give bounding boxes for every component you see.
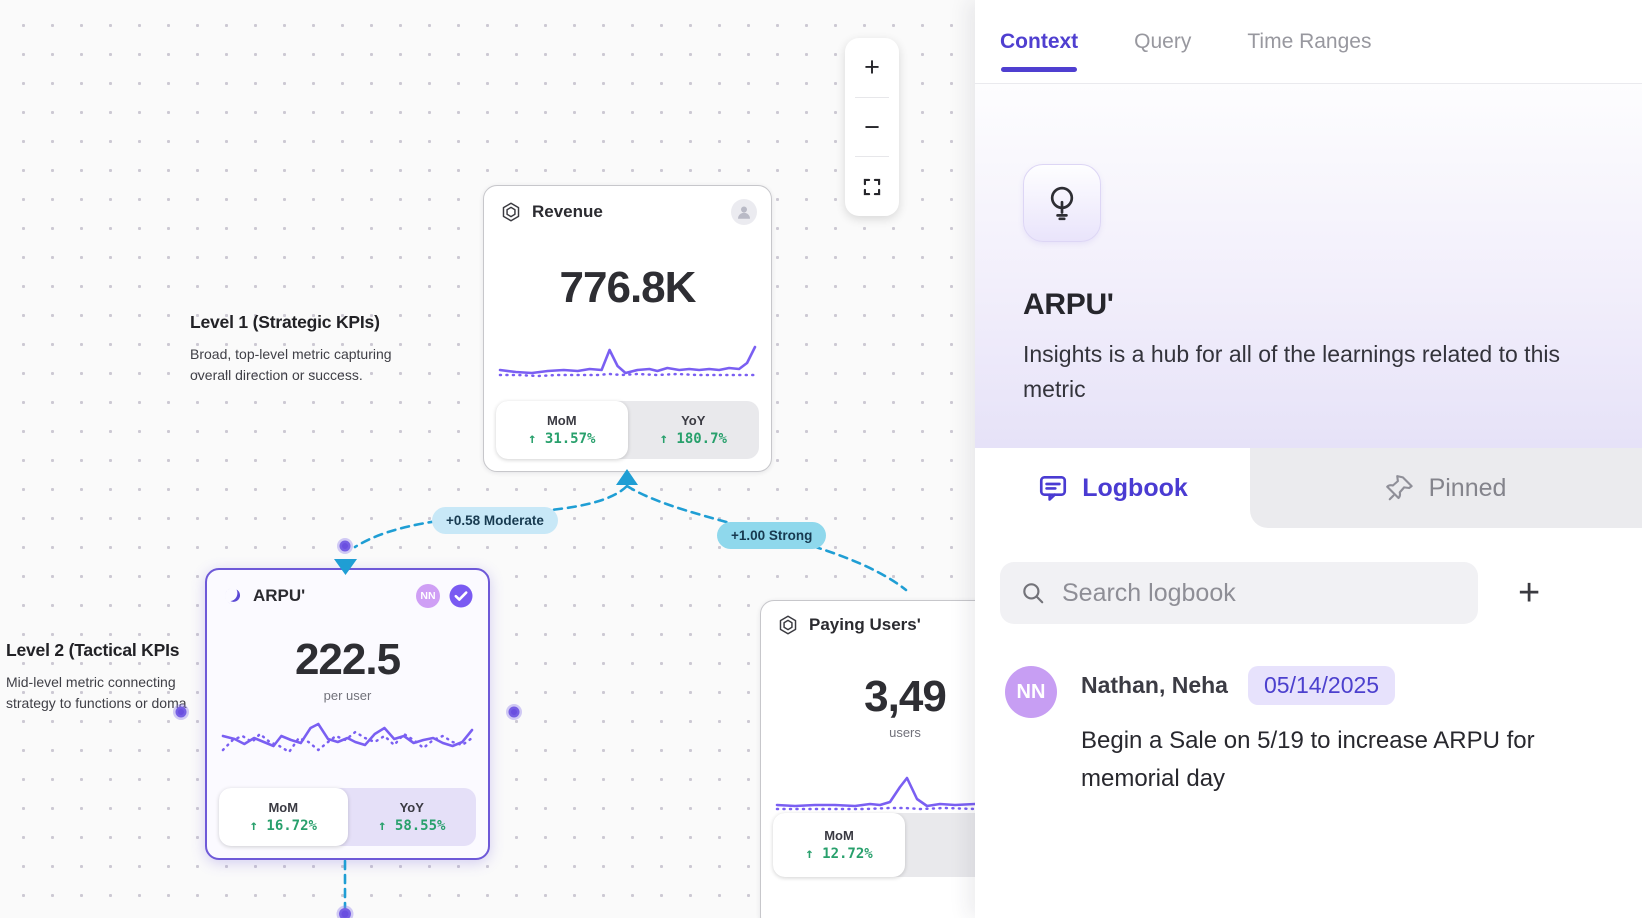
app-window: Level 1 (Strategic KPIs) Broad, top-leve… <box>0 0 1642 918</box>
card-header: Paying Users' <box>761 601 975 636</box>
sparkline-chart <box>498 336 757 388</box>
yoy-value: ↑ 58.55% <box>378 818 445 834</box>
fullscreen-icon <box>862 177 882 197</box>
card-header: ARPU' NN <box>207 570 488 609</box>
mom-value: ↑ 16.72% <box>250 818 317 834</box>
canvas-zoom-controls: + − <box>845 38 899 216</box>
logbook-chat-icon <box>1037 472 1069 504</box>
correlation-badge-strong[interactable]: +1.00 Strong <box>717 522 826 549</box>
sparkline-chart <box>221 712 474 764</box>
metric-card-arpu[interactable]: ARPU' NN 222.5 per user MoM ↑ 16.72% <box>205 568 490 860</box>
group-label-level-2: Level 2 (Tactical KPIs Mid-level metric … <box>6 640 218 714</box>
tab-query[interactable]: Query <box>1134 0 1191 83</box>
panel-tab-bar: Context Query Time Ranges <box>975 0 1642 84</box>
mom-stat[interactable]: MoM ↑ 31.57% <box>496 401 628 459</box>
tab-context[interactable]: Context <box>1000 0 1078 83</box>
sparkline-trend-dotted <box>777 808 975 809</box>
connection-handle <box>339 908 351 918</box>
group-description: Broad, top-level metric capturing overal… <box>190 344 435 386</box>
group-title: Level 1 (Strategic KPIs) <box>190 312 435 333</box>
tab-label: Query <box>1134 30 1191 54</box>
fit-view-button[interactable] <box>845 157 899 216</box>
metric-hexagon-icon <box>500 201 522 223</box>
mom-stat[interactable]: MoM ↑ 12.72% <box>773 813 905 877</box>
group-description: Mid-level metric connecting strategy to … <box>6 672 218 714</box>
tab-label: Time Ranges <box>1247 30 1371 54</box>
tab-label: Logbook <box>1082 474 1188 503</box>
logbook-search-row: + <box>975 562 1642 624</box>
metric-value: 222.5 <box>207 635 488 685</box>
mom-value: ↑ 12.72% <box>805 846 872 862</box>
pushpin-icon <box>1386 473 1416 503</box>
metric-card-title: Paying Users' <box>809 615 921 635</box>
sparkline-line <box>777 778 975 806</box>
metric-value: 3,49 <box>761 672 975 722</box>
metric-tree-canvas[interactable]: Level 1 (Strategic KPIs) Broad, top-leve… <box>0 0 975 918</box>
metric-hexagon-icon <box>777 614 799 636</box>
stats-row: MoM ↑ 16.72% YoY ↑ 58.55% <box>219 788 476 846</box>
stats-row: MoM ↑ 31.57% YoY ↑ 180.7% <box>496 401 759 459</box>
tab-label: Pinned <box>1429 474 1507 503</box>
mom-label: MoM <box>268 800 298 815</box>
lightbulb-icon <box>1043 184 1081 222</box>
yoy-stat[interactable] <box>905 813 975 877</box>
context-side-panel: Context Query Time Ranges ARPU' Insights… <box>975 0 1642 918</box>
tab-time-ranges[interactable]: Time Ranges <box>1247 0 1371 83</box>
mom-label: MoM <box>824 828 854 843</box>
group-label-level-1: Level 1 (Strategic KPIs) Broad, top-leve… <box>190 312 435 386</box>
zoom-in-button[interactable]: + <box>845 38 899 97</box>
card-header: Revenue <box>484 186 771 225</box>
user-initials-badge: NN <box>416 584 440 608</box>
sparkline-line <box>223 724 472 746</box>
yoy-stat[interactable]: YoY ↑ 58.55% <box>348 788 477 846</box>
search-logbook-input[interactable] <box>1062 579 1458 608</box>
metric-card-title: Revenue <box>532 202 603 222</box>
entry-date-badge[interactable]: 05/14/2025 <box>1248 666 1395 705</box>
metric-title: ARPU' <box>1023 288 1602 322</box>
mom-label: MoM <box>547 413 577 428</box>
metric-card-revenue[interactable]: Revenue 776.8K MoM ↑ 31.57% <box>483 185 772 472</box>
verified-check-badge-icon <box>448 583 474 609</box>
tab-label: Context <box>1000 30 1078 54</box>
insight-icon-tile <box>1023 164 1101 242</box>
sparkline-trend-dotted <box>223 732 472 752</box>
metric-unit: per user <box>207 688 488 703</box>
sparkline-trend-dotted <box>500 374 755 376</box>
search-icon <box>1020 580 1046 606</box>
mom-stat[interactable]: MoM ↑ 16.72% <box>219 788 348 846</box>
search-box[interactable] <box>1000 562 1478 624</box>
zoom-out-button[interactable]: − <box>845 98 899 157</box>
metric-card-paying-users[interactable]: Paying Users' 3,49 users MoM ↑ 12.72% <box>760 600 975 918</box>
yoy-label: YoY <box>681 413 705 428</box>
connection-handle <box>509 707 520 718</box>
mom-value: ↑ 31.57% <box>528 431 595 447</box>
metric-unit: users <box>761 725 975 740</box>
entry-avatar: NN <box>1005 666 1057 718</box>
sparkline-line <box>500 347 755 373</box>
metric-description: Insights is a hub for all of the learnin… <box>1023 337 1593 407</box>
entry-message: Begin a Sale on 5/19 to increase ARPU fo… <box>1081 722 1581 798</box>
tab-pinned[interactable]: Pinned <box>1250 448 1642 528</box>
metric-card-title: ARPU' <box>253 586 305 606</box>
crescent-moon-icon <box>223 586 243 606</box>
logbook-pinned-tabs: Logbook Pinned <box>975 448 1642 528</box>
metric-value: 776.8K <box>484 263 771 313</box>
group-title: Level 2 (Tactical KPIs <box>6 640 218 661</box>
logbook-entry[interactable]: NN Nathan, Neha 05/14/2025 Begin a Sale … <box>975 666 1642 798</box>
yoy-label: YoY <box>400 800 424 815</box>
yoy-value: ↑ 180.7% <box>660 431 727 447</box>
metric-context-header: ARPU' Insights is a hub for all of the l… <box>975 84 1642 448</box>
entry-author: Nathan, Neha <box>1081 672 1228 699</box>
yoy-stat[interactable]: YoY ↑ 180.7% <box>628 401 760 459</box>
stats-row: MoM ↑ 12.72% <box>773 813 975 877</box>
tab-logbook[interactable]: Logbook <box>975 448 1250 528</box>
connection-handle <box>340 541 351 552</box>
add-log-entry-button[interactable]: + <box>1518 574 1540 612</box>
owner-avatar-icon <box>731 199 757 225</box>
correlation-badge-moderate[interactable]: +0.58 Moderate <box>432 507 558 534</box>
entry-body: Nathan, Neha 05/14/2025 Begin a Sale on … <box>1081 666 1581 798</box>
